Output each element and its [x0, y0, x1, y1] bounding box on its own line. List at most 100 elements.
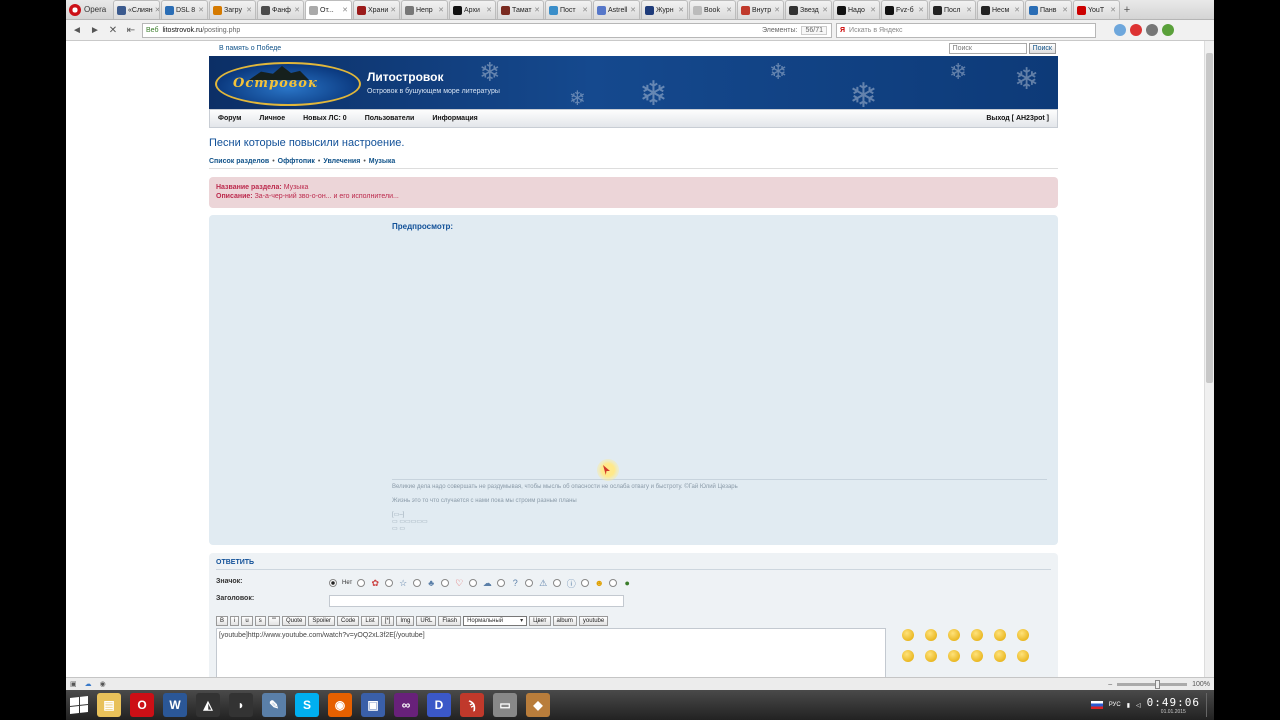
icon-radio[interactable] — [357, 579, 366, 587]
nav-link[interactable]: Личное — [259, 115, 285, 122]
scrollbar-thumb[interactable] — [1206, 53, 1213, 383]
tab-close-icon[interactable]: ✕ — [726, 6, 732, 14]
turbo-icon[interactable]: ◉ — [100, 680, 106, 688]
smiley-icon[interactable] — [948, 650, 960, 662]
audio-taskbar-icon[interactable]: ◗ — [229, 693, 253, 717]
browser-tab[interactable]: Внутр ✕ — [737, 0, 784, 19]
bbcode-button[interactable]: s — [254, 616, 266, 626]
tab-close-icon[interactable]: ✕ — [246, 6, 252, 14]
smiley-icon[interactable] — [994, 629, 1006, 641]
tab-close-icon[interactable]: ✕ — [155, 6, 159, 14]
icon-radio[interactable] — [525, 579, 534, 587]
adblock-icon[interactable] — [1130, 24, 1142, 36]
monitor-taskbar-icon[interactable]: ▭ — [493, 693, 517, 717]
bbcode-button[interactable]: List — [361, 616, 379, 626]
tab-close-icon[interactable]: ✕ — [486, 6, 492, 14]
tab-close-icon[interactable]: ✕ — [582, 6, 588, 14]
browser-tab[interactable]: Astrell ✕ — [593, 0, 640, 19]
bbcode-button[interactable]: Spoiler — [308, 616, 336, 626]
url-field[interactable]: Веб litostrovok.ru/posting.php Элементы:… — [142, 22, 832, 38]
nav-link[interactable]: Новых ЛС: 0 — [303, 115, 347, 122]
tab-close-icon[interactable]: ✕ — [198, 6, 204, 14]
breadcrumb-link[interactable]: Увлечения — [323, 158, 360, 165]
bbcode-button[interactable]: Цвет — [529, 616, 551, 626]
topic-title[interactable]: Песни которые повысили настроение. — [209, 137, 1058, 154]
tab-close-icon[interactable]: ✕ — [342, 6, 348, 14]
bbcode-button[interactable]: Flash — [438, 616, 462, 626]
bbcode-button[interactable]: URL — [416, 616, 437, 626]
word-taskbar-icon[interactable]: W — [163, 693, 187, 717]
bbcode-button[interactable]: i — [230, 616, 240, 626]
nav-link[interactable]: Пользователи — [365, 115, 415, 122]
feather-taskbar-icon[interactable]: ϡ — [460, 693, 484, 717]
stop-icon[interactable]: ✕ — [106, 23, 120, 37]
icon-radio[interactable] — [497, 579, 506, 587]
site-search-button[interactable]: Поиск — [1028, 43, 1056, 54]
icon-radio[interactable] — [413, 579, 422, 587]
smiley-icon[interactable] — [994, 650, 1006, 662]
font-size-select[interactable]: Нормальный ▾ — [463, 616, 528, 626]
browser-tab[interactable]: Звезд ✕ — [785, 0, 832, 19]
smiley-icon[interactable] — [971, 650, 983, 662]
icon-radio[interactable] — [469, 579, 478, 587]
show-desktop-button[interactable] — [1206, 693, 1210, 717]
browser-tab[interactable]: Фанф ✕ — [257, 0, 304, 19]
smiley-icon[interactable] — [971, 629, 983, 641]
download-icon[interactable] — [1162, 24, 1174, 36]
back-icon[interactable]: ◄ — [70, 23, 84, 37]
browser-tab[interactable]: Храни ✕ — [353, 0, 400, 19]
breadcrumb-link[interactable]: Список разделов — [209, 158, 269, 165]
home-icon[interactable]: ⇤ — [124, 23, 138, 37]
smiley-icon[interactable] — [925, 629, 937, 641]
nav-link[interactable]: Форум — [218, 115, 241, 122]
tab-close-icon[interactable]: ✕ — [966, 6, 972, 14]
tab-close-icon[interactable]: ✕ — [1062, 6, 1068, 14]
tab-close-icon[interactable]: ✕ — [918, 6, 924, 14]
icon-radio[interactable] — [581, 579, 590, 587]
new-tab-button[interactable]: + — [1120, 0, 1134, 19]
zoom-slider[interactable] — [1117, 679, 1188, 689]
tab-close-icon[interactable]: ✕ — [390, 6, 396, 14]
smiley-icon[interactable] — [902, 650, 914, 662]
tab-close-icon[interactable]: ✕ — [774, 6, 780, 14]
nav-link[interactable]: Информация — [432, 115, 477, 122]
forward-icon[interactable]: ► — [88, 23, 102, 37]
browser-tab[interactable]: Загру ✕ — [209, 0, 256, 19]
browser-tab[interactable]: «Слиян ✕ — [113, 0, 160, 19]
browser-tab[interactable]: Журн ✕ — [641, 0, 688, 19]
vertical-scrollbar[interactable] — [1204, 41, 1214, 677]
browser-tab[interactable]: Посл ✕ — [929, 0, 976, 19]
browser-tab[interactable]: Архи ✕ — [449, 0, 496, 19]
breadcrumb-link[interactable]: Оффтопик — [278, 158, 315, 165]
tab-close-icon[interactable]: ✕ — [1110, 6, 1116, 14]
tab-close-icon[interactable]: ✕ — [294, 6, 300, 14]
daemon-taskbar-icon[interactable]: ◭ — [196, 693, 220, 717]
browser-tab[interactable]: Пост ✕ — [545, 0, 592, 19]
browser-tab[interactable]: YouT ✕ — [1073, 0, 1120, 19]
tab-close-icon[interactable]: ✕ — [870, 6, 876, 14]
logout-link[interactable]: Выход [ AH23pot ] — [986, 115, 1049, 122]
tab-close-icon[interactable]: ✕ — [630, 6, 636, 14]
zoom-slider-knob[interactable] — [1155, 679, 1161, 689]
explorer-taskbar-icon[interactable]: ▤ — [97, 693, 121, 717]
bbcode-button[interactable]: youtube — [578, 616, 609, 626]
icon-radio[interactable] — [385, 579, 394, 587]
browser-tab[interactable]: Панв ✕ — [1025, 0, 1072, 19]
bbcode-button[interactable]: u — [241, 616, 253, 626]
zoom-out-icon[interactable]: – — [1108, 681, 1112, 688]
browser-tab[interactable]: Несм ✕ — [977, 0, 1024, 19]
browser-tab[interactable]: Fvz-б ✕ — [881, 0, 928, 19]
smiley-icon[interactable] — [948, 629, 960, 641]
bbcode-button[interactable]: B — [216, 616, 229, 626]
menu-icon[interactable] — [1146, 24, 1158, 36]
icon-radio-none[interactable] — [329, 579, 337, 587]
browser-tab[interactable]: От... ✕ — [305, 0, 352, 19]
opera-menu-button[interactable]: Opera — [66, 0, 112, 19]
windows-start-icon[interactable] — [70, 696, 88, 714]
icon-radio[interactable] — [553, 579, 562, 587]
site-title[interactable]: Литостровок — [367, 70, 443, 84]
yandex-search-field[interactable]: Я Искать в Яндекс — [836, 22, 1096, 38]
bbcode-button[interactable]: "" — [267, 616, 280, 626]
language-indicator[interactable]: РУС — [1109, 702, 1121, 708]
extension-icon[interactable] — [1114, 24, 1126, 36]
